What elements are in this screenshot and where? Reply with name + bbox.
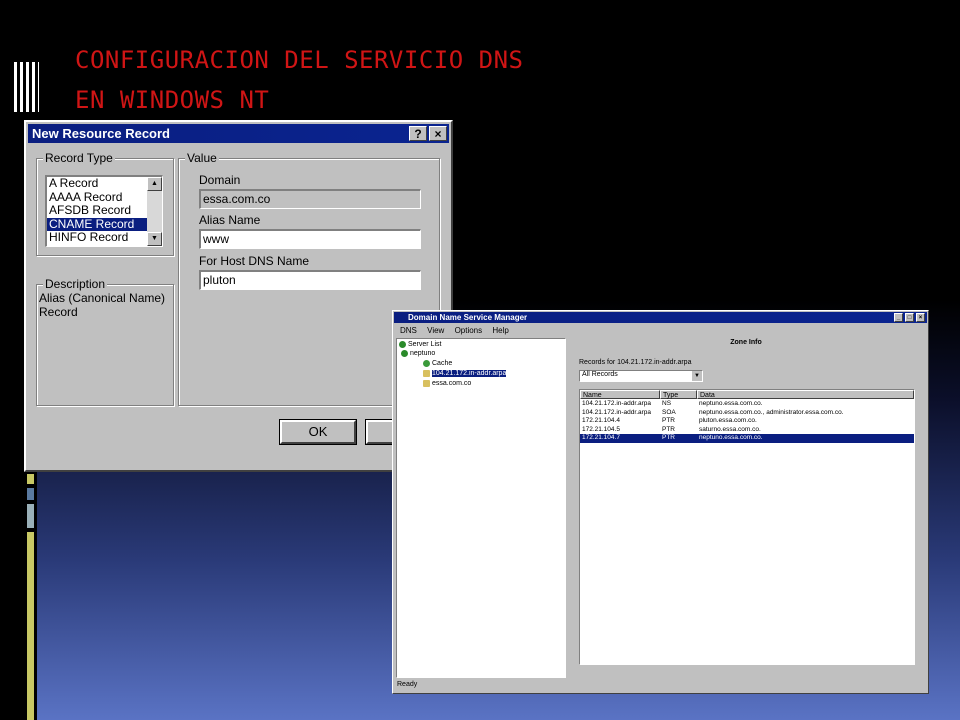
table-cell-type: PTR bbox=[662, 425, 675, 433]
dns-window-title: Domain Name Service Manager bbox=[408, 313, 528, 322]
table-cell-type: PTR bbox=[662, 417, 675, 425]
dns-titlebar: Domain Name Service Manager _ □ × bbox=[394, 312, 927, 323]
description-text: Alias (Canonical Name) Record bbox=[39, 291, 165, 319]
minimize-icon[interactable]: _ bbox=[894, 313, 903, 322]
value-label: Value bbox=[185, 151, 219, 165]
column-header-name[interactable]: Name bbox=[580, 390, 660, 399]
list-item-selected[interactable]: CNAME Record bbox=[47, 217, 162, 231]
dialog-titlebar: New Resource Record ? × bbox=[28, 124, 449, 143]
host-dns-name-label: For Host DNS Name bbox=[199, 254, 310, 268]
dns-manager-window: Domain Name Service Manager _ □ × DNS Vi… bbox=[392, 310, 929, 694]
dialog-title: New Resource Record bbox=[32, 126, 170, 141]
accent-bar bbox=[27, 474, 34, 484]
close-button[interactable]: × bbox=[429, 126, 447, 141]
column-header-type[interactable]: Type bbox=[660, 390, 697, 399]
description-group: Description Alias (Canonical Name) Recor… bbox=[36, 277, 174, 406]
server-icon bbox=[401, 349, 408, 357]
table-row[interactable]: 172.21.104.4 PTR pluton.essa.com.co. bbox=[580, 417, 914, 426]
table-cell-type: PTR bbox=[662, 434, 675, 442]
new-resource-record-dialog: New Resource Record ? × Record Type A Re… bbox=[24, 120, 453, 472]
tree-item-reverse-zone[interactable]: 104.21.172.in-addr.arpa bbox=[423, 369, 507, 378]
table-cell-name: 172.21.104.7 bbox=[582, 434, 620, 442]
host-dns-name-input[interactable]: pluton bbox=[199, 270, 421, 290]
globe-icon bbox=[399, 340, 406, 348]
help-button[interactable]: ? bbox=[409, 126, 427, 141]
table-cell-name: 172.21.104.4 bbox=[582, 417, 620, 425]
menu-help[interactable]: Help bbox=[492, 326, 508, 335]
decorative-stripes bbox=[14, 62, 39, 112]
description-line1: Alias (Canonical Name) bbox=[39, 291, 166, 305]
list-item[interactable]: AAAA Record bbox=[47, 190, 162, 205]
records-table: Name Type Data 104.21.172.in-addr.arpa NS… bbox=[579, 389, 915, 665]
chevron-down-icon[interactable]: ▼ bbox=[692, 371, 702, 381]
record-filter-value: All Records bbox=[582, 371, 618, 378]
accent-bar bbox=[27, 504, 34, 528]
accent-bar bbox=[27, 488, 34, 500]
accent-bar bbox=[27, 532, 34, 720]
folder-icon bbox=[423, 379, 430, 387]
cache-icon bbox=[423, 359, 430, 367]
domain-field: essa.com.co bbox=[199, 189, 421, 209]
record-type-label: Record Type bbox=[43, 151, 115, 165]
table-cell-data: saturno.essa.com.co. bbox=[699, 425, 761, 433]
table-cell-data: pluton.essa.com.co. bbox=[699, 417, 757, 425]
record-filter-select[interactable]: All Records ▼ bbox=[579, 370, 703, 382]
ok-button[interactable]: OK bbox=[279, 419, 357, 445]
table-cell-name: 104.21.172.in-addr.arpa bbox=[582, 408, 652, 416]
table-row[interactable]: 172.21.104.5 PTR saturno.essa.com.co. bbox=[580, 426, 914, 435]
tree-item-server-list[interactable]: Server List bbox=[399, 340, 441, 349]
slide-title: CONFIGURACION DEL SERVICIO DNS EN WINDOW… bbox=[75, 40, 523, 120]
description-line2: Record bbox=[39, 305, 78, 319]
folder-icon bbox=[423, 369, 430, 377]
alias-name-input[interactable]: www bbox=[199, 229, 421, 249]
table-cell-data: neptuno.essa.com.co., administrator.essa… bbox=[699, 408, 844, 416]
record-type-group: Record Type A Record AAAA Record AFSDB R… bbox=[36, 151, 174, 256]
close-icon[interactable]: × bbox=[916, 313, 925, 322]
list-item[interactable]: AFSDB Record bbox=[47, 203, 162, 218]
list-item[interactable]: HINFO Record bbox=[47, 230, 162, 245]
status-text: Ready bbox=[397, 681, 418, 688]
status-bar: Ready bbox=[395, 679, 926, 691]
table-row[interactable]: 172.21.104.7 PTR neptuno.essa.com.co. bbox=[580, 434, 914, 443]
alias-name-label: Alias Name bbox=[199, 213, 261, 227]
record-type-list[interactable]: A Record AAAA Record AFSDB Record CNAME … bbox=[45, 175, 163, 247]
tree-item-zone[interactable]: essa.com.co bbox=[423, 379, 471, 388]
list-scrollbar[interactable]: ▲ ▼ bbox=[147, 177, 162, 246]
table-cell-data: neptuno.essa.com.co. bbox=[699, 434, 763, 442]
list-item[interactable]: A Record bbox=[47, 177, 162, 191]
table-row[interactable]: 104.21.172.in-addr.arpa NS neptuno.essa.co… bbox=[580, 400, 914, 409]
table-row[interactable]: 104.21.172.in-addr.arpa SOA neptuno.essa.c… bbox=[580, 409, 914, 418]
zone-info-panel: Zone Info Records for 104.21.172.in-addr… bbox=[571, 338, 921, 678]
server-tree-pane: Server List neptuno Cache 104.21.172.in-… bbox=[396, 338, 566, 678]
table-cell-type: SOA bbox=[662, 408, 676, 416]
column-header-data[interactable]: Data bbox=[697, 390, 914, 399]
menu-dns[interactable]: DNS bbox=[400, 326, 417, 335]
menu-view[interactable]: View bbox=[427, 326, 444, 335]
table-cell-type: NS bbox=[662, 400, 672, 407]
maximize-icon[interactable]: □ bbox=[905, 313, 914, 322]
slide-title-line1: CONFIGURACION DEL SERVICIO DNS bbox=[75, 46, 524, 74]
table-cell-name: 104.21.172.in-addr.arpa bbox=[582, 400, 652, 407]
scroll-down-icon[interactable]: ▼ bbox=[147, 232, 162, 246]
tree-item-server[interactable]: neptuno bbox=[401, 349, 435, 358]
zone-info-title: Zone Info bbox=[730, 339, 762, 346]
tree-item-cache[interactable]: Cache bbox=[423, 359, 452, 368]
description-label: Description bbox=[43, 277, 108, 291]
records-for-label: Records for 104.21.172.in-addr.arpa bbox=[579, 359, 692, 366]
scroll-up-icon[interactable]: ▲ bbox=[147, 177, 162, 191]
table-cell-name: 172.21.104.5 bbox=[582, 425, 620, 433]
table-cell-data: neptuno.essa.com.co. bbox=[699, 400, 763, 407]
menu-options[interactable]: Options bbox=[455, 326, 483, 335]
menu-bar: DNS View Options Help bbox=[395, 325, 926, 336]
domain-label: Domain bbox=[199, 173, 241, 187]
slide-title-line2: EN WINDOWS NT bbox=[75, 86, 270, 114]
